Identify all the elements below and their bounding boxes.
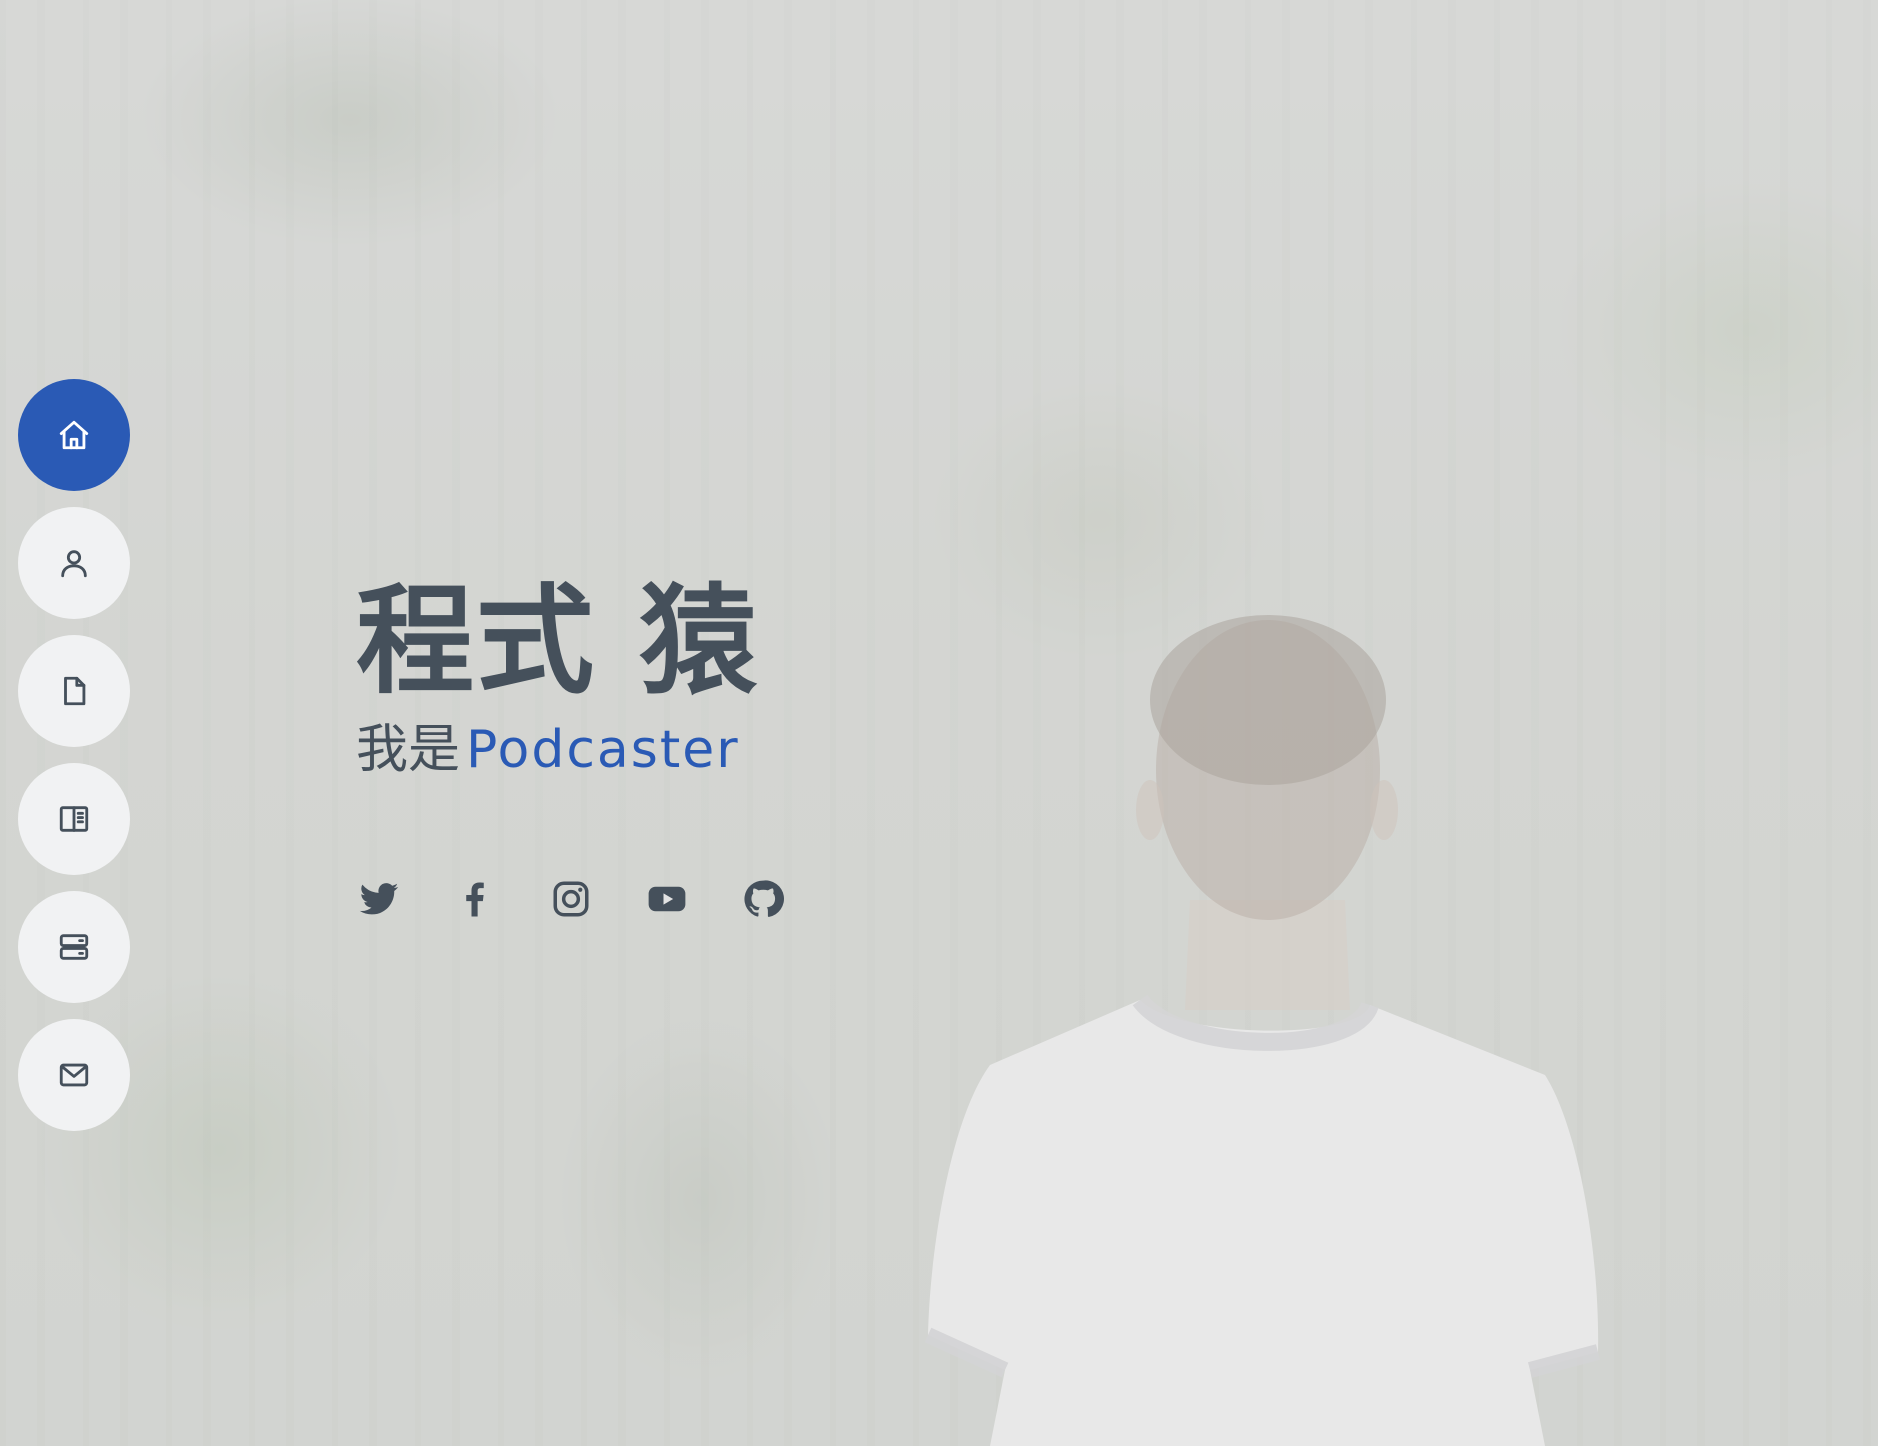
social-link-facebook[interactable] [452,876,498,922]
instagram-icon [553,881,589,917]
facebook-icon [466,882,484,917]
github-icon [744,880,784,917]
twitter-icon [359,883,399,915]
file-icon [64,676,86,706]
social-link-twitter[interactable] [356,876,402,922]
nav-item-about[interactable] [18,507,130,619]
nav-item-portfolio[interactable] [18,763,130,875]
hero-title: 程式 猿 [356,572,760,710]
hero-subtitle: 我是 Podcaster [356,718,1176,782]
social-link-instagram[interactable] [548,876,594,922]
social-links [356,876,836,922]
server-icon [59,934,89,960]
nav-item-resume[interactable] [18,635,130,747]
social-link-youtube[interactable] [644,876,690,922]
envelope-icon [59,1063,89,1087]
hero-subtitle-role: Podcaster [466,720,740,780]
person-icon [61,550,87,578]
side-nav [18,379,130,1147]
nav-item-home[interactable] [18,379,130,491]
nav-item-contact[interactable] [18,1019,130,1131]
social-link-github[interactable] [740,876,786,922]
hero-subtitle-prefix: 我是 [356,720,461,780]
book-half-icon [59,806,89,832]
home-icon [59,420,89,450]
nav-item-services[interactable] [18,891,130,1003]
youtube-icon [648,886,686,912]
hero-section: 程式 猿 我是 Podcaster [356,572,1176,782]
